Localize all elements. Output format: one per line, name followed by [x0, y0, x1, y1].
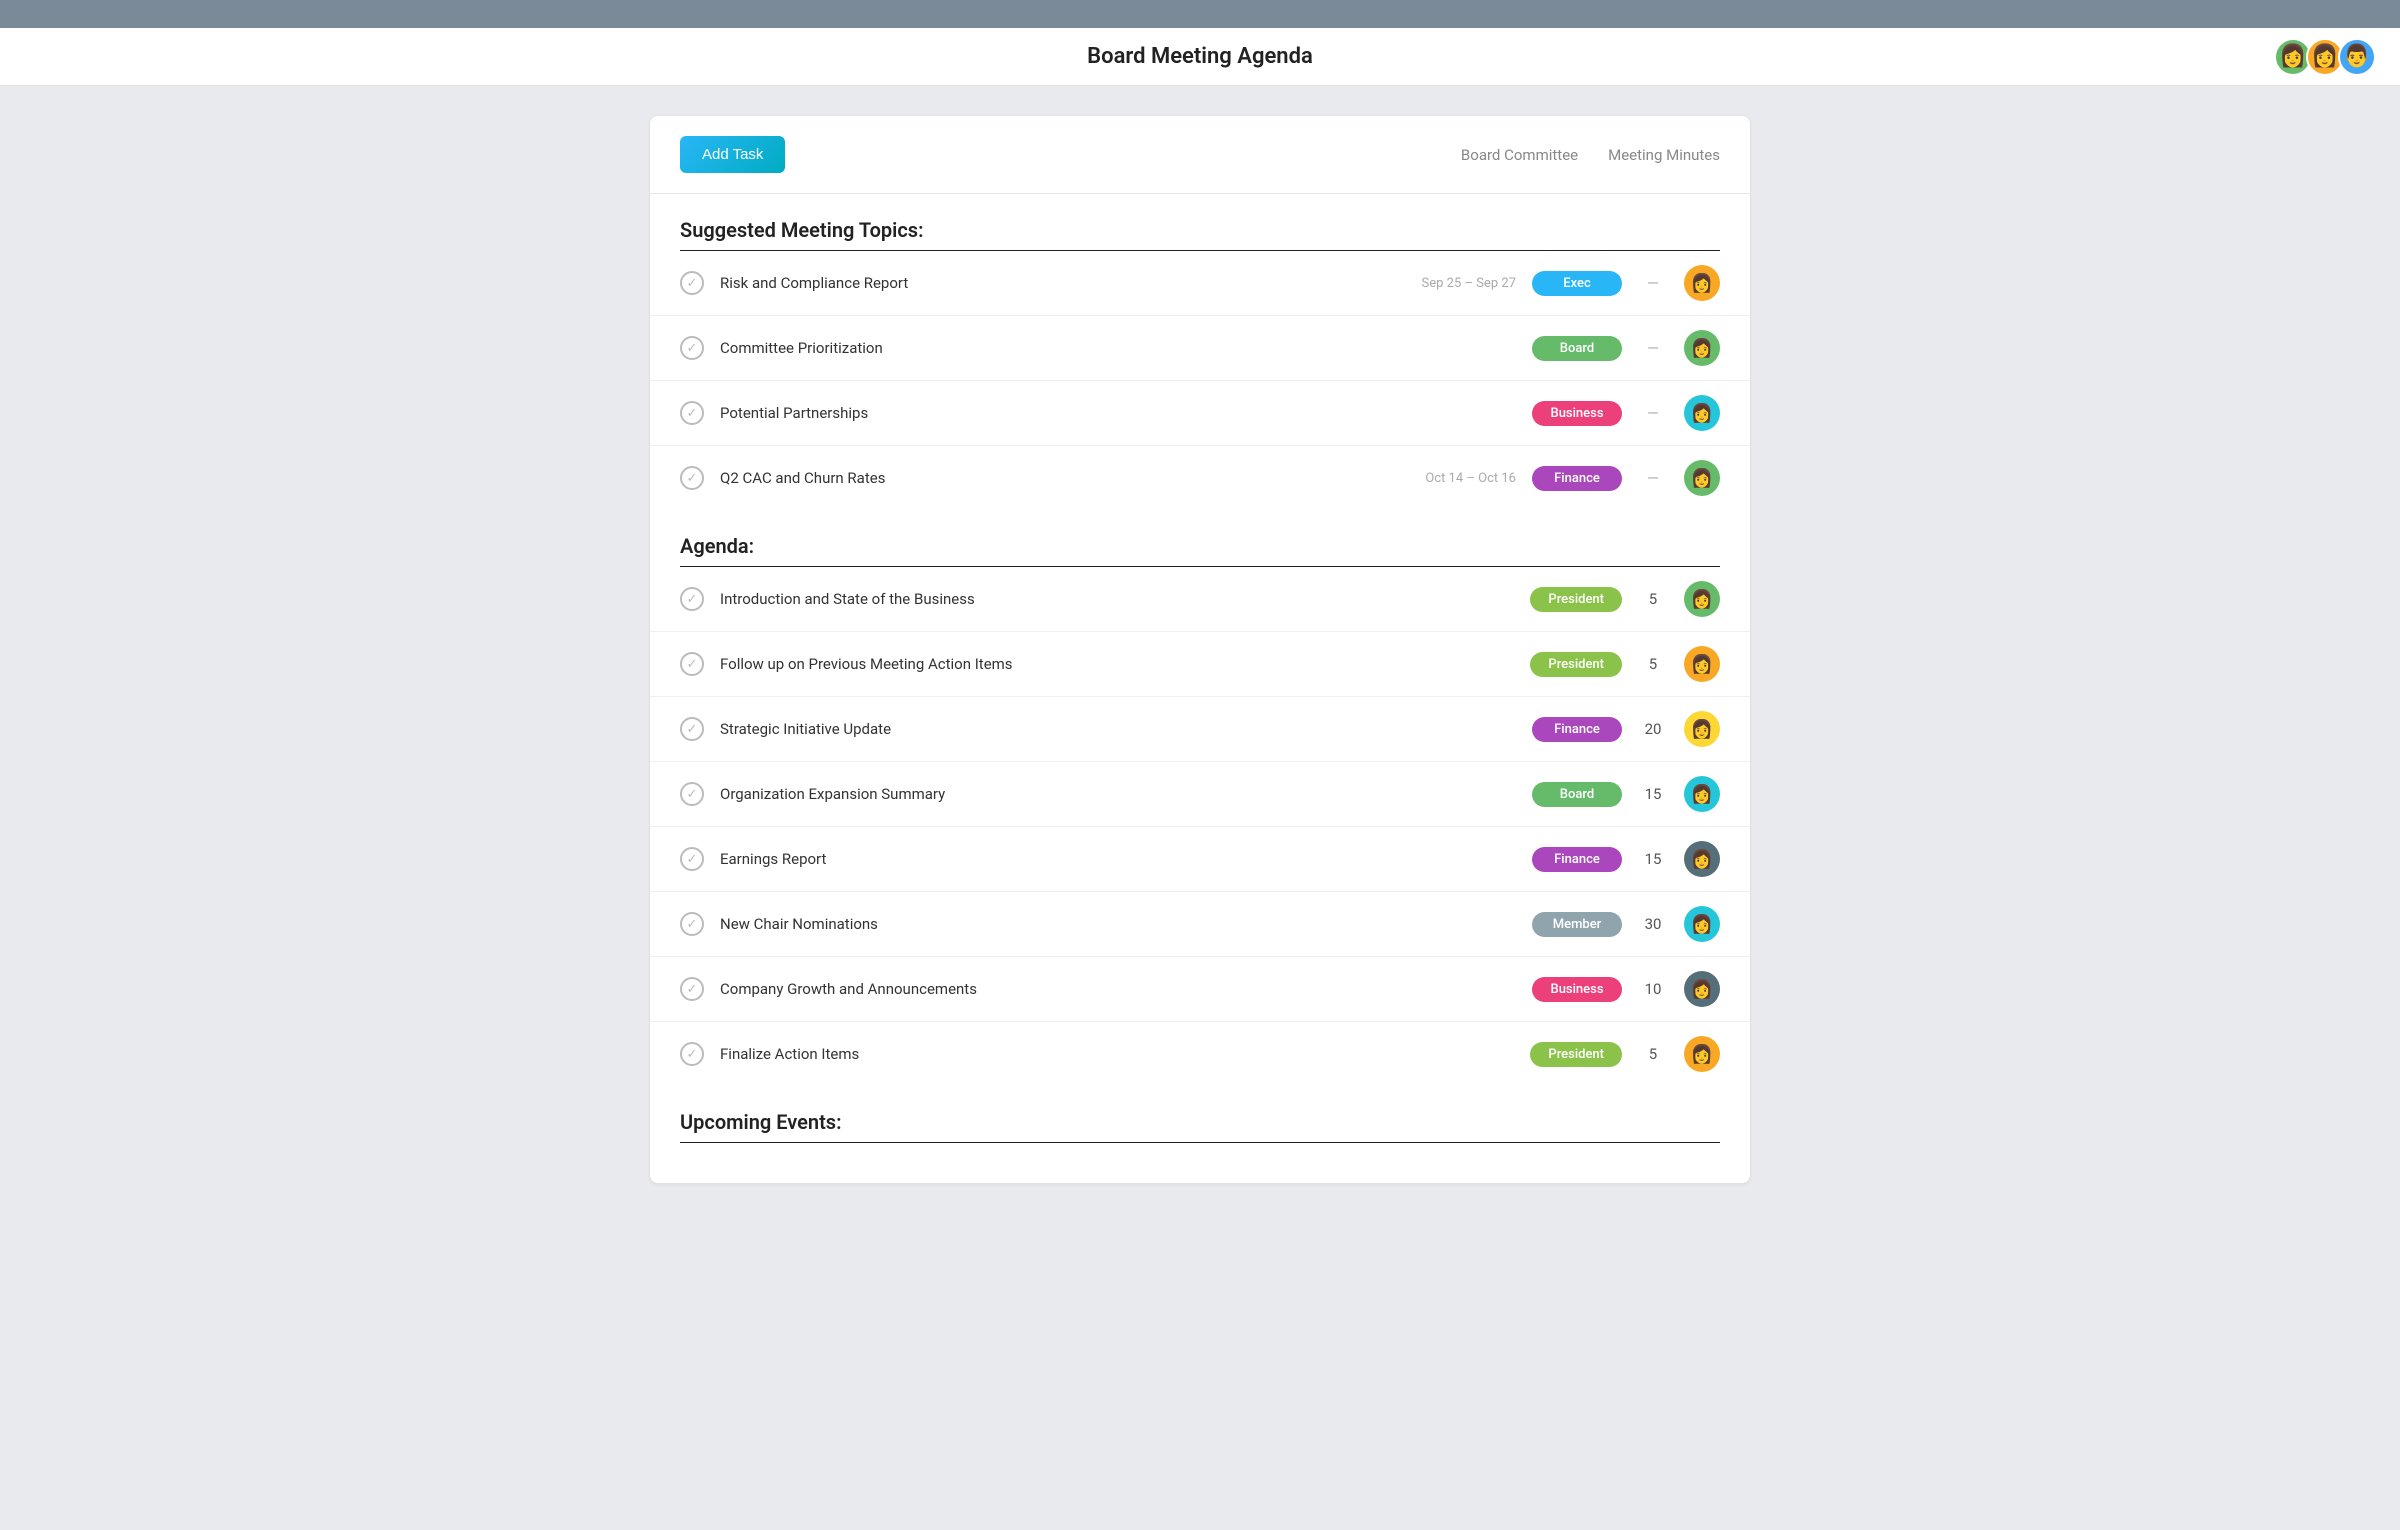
toolbar: Add Task Board Committee Meeting Minutes: [650, 116, 1750, 194]
tag-board: Board: [1532, 336, 1622, 361]
check-icon: ✓: [680, 912, 704, 936]
avatar: 👩: [1684, 711, 1720, 747]
check-icon: ✓: [680, 271, 704, 295]
item-label: Organization Expansion Summary: [720, 785, 1516, 803]
tag-business: Business: [1532, 401, 1622, 426]
item-label: Strategic Initiative Update: [720, 720, 1516, 738]
item-minutes: 5: [1638, 590, 1668, 608]
item-minutes: —: [1638, 274, 1668, 292]
avatar: 👩: [1684, 776, 1720, 812]
main-content: Add Task Board Committee Meeting Minutes…: [650, 116, 1750, 1183]
item-minutes: —: [1638, 339, 1668, 357]
check-icon: ✓: [680, 1042, 704, 1066]
check-icon: ✓: [680, 847, 704, 871]
item-label: Q2 CAC and Churn Rates: [720, 469, 1360, 487]
item-minutes: 5: [1638, 1045, 1668, 1063]
avatar: 👩: [1684, 906, 1720, 942]
item-label: Potential Partnerships: [720, 404, 1360, 422]
item-label: Committee Prioritization: [720, 339, 1360, 357]
avatar: 👩: [1684, 646, 1720, 682]
item-label: New Chair Nominations: [720, 915, 1516, 933]
table-row: ✓ Follow up on Previous Meeting Action I…: [650, 632, 1750, 697]
table-row: ✓ Q2 CAC and Churn Rates Oct 14 – Oct 16…: [650, 446, 1750, 510]
item-label: Finalize Action Items: [720, 1045, 1514, 1063]
avatar: 👩: [1684, 1036, 1720, 1072]
tag-president: President: [1530, 1042, 1622, 1067]
agenda-section: Agenda:: [650, 510, 1750, 567]
tag-president: President: [1530, 587, 1622, 612]
check-icon: ✓: [680, 466, 704, 490]
toolbar-links: Board Committee Meeting Minutes: [1461, 146, 1720, 164]
upcoming-section: Upcoming Events:: [650, 1086, 1750, 1183]
table-row: ✓ Organization Expansion Summary Board 1…: [650, 762, 1750, 827]
item-minutes: 15: [1638, 850, 1668, 868]
item-label: Introduction and State of the Business: [720, 590, 1514, 608]
header: Board Meeting Agenda 👩 👩 👨: [0, 28, 2400, 86]
page-title: Board Meeting Agenda: [1087, 44, 1313, 69]
tag-business: Business: [1532, 977, 1622, 1002]
item-label: Company Growth and Announcements: [720, 980, 1516, 998]
meeting-minutes-link[interactable]: Meeting Minutes: [1608, 146, 1720, 164]
check-icon: ✓: [680, 782, 704, 806]
upcoming-section-title: Upcoming Events:: [680, 1110, 1720, 1134]
item-minutes: 15: [1638, 785, 1668, 803]
table-row: ✓ Strategic Initiative Update Finance 20…: [650, 697, 1750, 762]
avatar-3: 👨: [2338, 38, 2376, 76]
check-icon: ✓: [680, 717, 704, 741]
avatar: 👩: [1684, 395, 1720, 431]
tag-president: President: [1530, 652, 1622, 677]
agenda-section-title: Agenda:: [680, 534, 1720, 558]
item-date: Oct 14 – Oct 16: [1376, 471, 1516, 486]
item-label: Earnings Report: [720, 850, 1516, 868]
table-row: ✓ Introduction and State of the Business…: [650, 567, 1750, 632]
avatar: 👩: [1684, 841, 1720, 877]
agenda-items: ✓ Introduction and State of the Business…: [650, 567, 1750, 1086]
item-minutes: 5: [1638, 655, 1668, 673]
table-row: ✓ New Chair Nominations Member 30 👩: [650, 892, 1750, 957]
tag-board: Board: [1532, 782, 1622, 807]
item-minutes: 10: [1638, 980, 1668, 998]
check-icon: ✓: [680, 336, 704, 360]
tag-exec: Exec: [1532, 271, 1622, 296]
tag-finance: Finance: [1532, 847, 1622, 872]
avatar: 👩: [1684, 581, 1720, 617]
suggested-section: Suggested Meeting Topics:: [650, 194, 1750, 251]
table-row: ✓ Risk and Compliance Report Sep 25 – Se…: [650, 251, 1750, 316]
table-row: ✓ Finalize Action Items President 5 👩: [650, 1022, 1750, 1086]
item-minutes: 20: [1638, 720, 1668, 738]
top-bar: [0, 0, 2400, 28]
suggested-section-title: Suggested Meeting Topics:: [680, 218, 1720, 242]
avatar: 👩: [1684, 265, 1720, 301]
item-label: Risk and Compliance Report: [720, 274, 1360, 292]
check-icon: ✓: [680, 587, 704, 611]
tag-member: Member: [1532, 912, 1622, 937]
board-committee-link[interactable]: Board Committee: [1461, 146, 1578, 164]
table-row: ✓ Company Growth and Announcements Busin…: [650, 957, 1750, 1022]
item-minutes: 30: [1638, 915, 1668, 933]
add-task-button[interactable]: Add Task: [680, 136, 785, 173]
table-row: ✓ Potential Partnerships Business — 👩: [650, 381, 1750, 446]
table-row: ✓ Earnings Report Finance 15 👩: [650, 827, 1750, 892]
check-icon: ✓: [680, 401, 704, 425]
item-date: Sep 25 – Sep 27: [1376, 276, 1516, 291]
tag-finance: Finance: [1532, 717, 1622, 742]
item-label: Follow up on Previous Meeting Action Ite…: [720, 655, 1514, 673]
tag-finance: Finance: [1532, 466, 1622, 491]
avatar: 👩: [1684, 460, 1720, 496]
check-icon: ✓: [680, 652, 704, 676]
header-avatars: 👩 👩 👨: [2274, 38, 2376, 76]
item-minutes: —: [1638, 469, 1668, 487]
avatar: 👩: [1684, 971, 1720, 1007]
table-row: ✓ Committee Prioritization Board — 👩: [650, 316, 1750, 381]
item-minutes: —: [1638, 404, 1668, 422]
check-icon: ✓: [680, 977, 704, 1001]
suggested-items: ✓ Risk and Compliance Report Sep 25 – Se…: [650, 251, 1750, 510]
avatar: 👩: [1684, 330, 1720, 366]
